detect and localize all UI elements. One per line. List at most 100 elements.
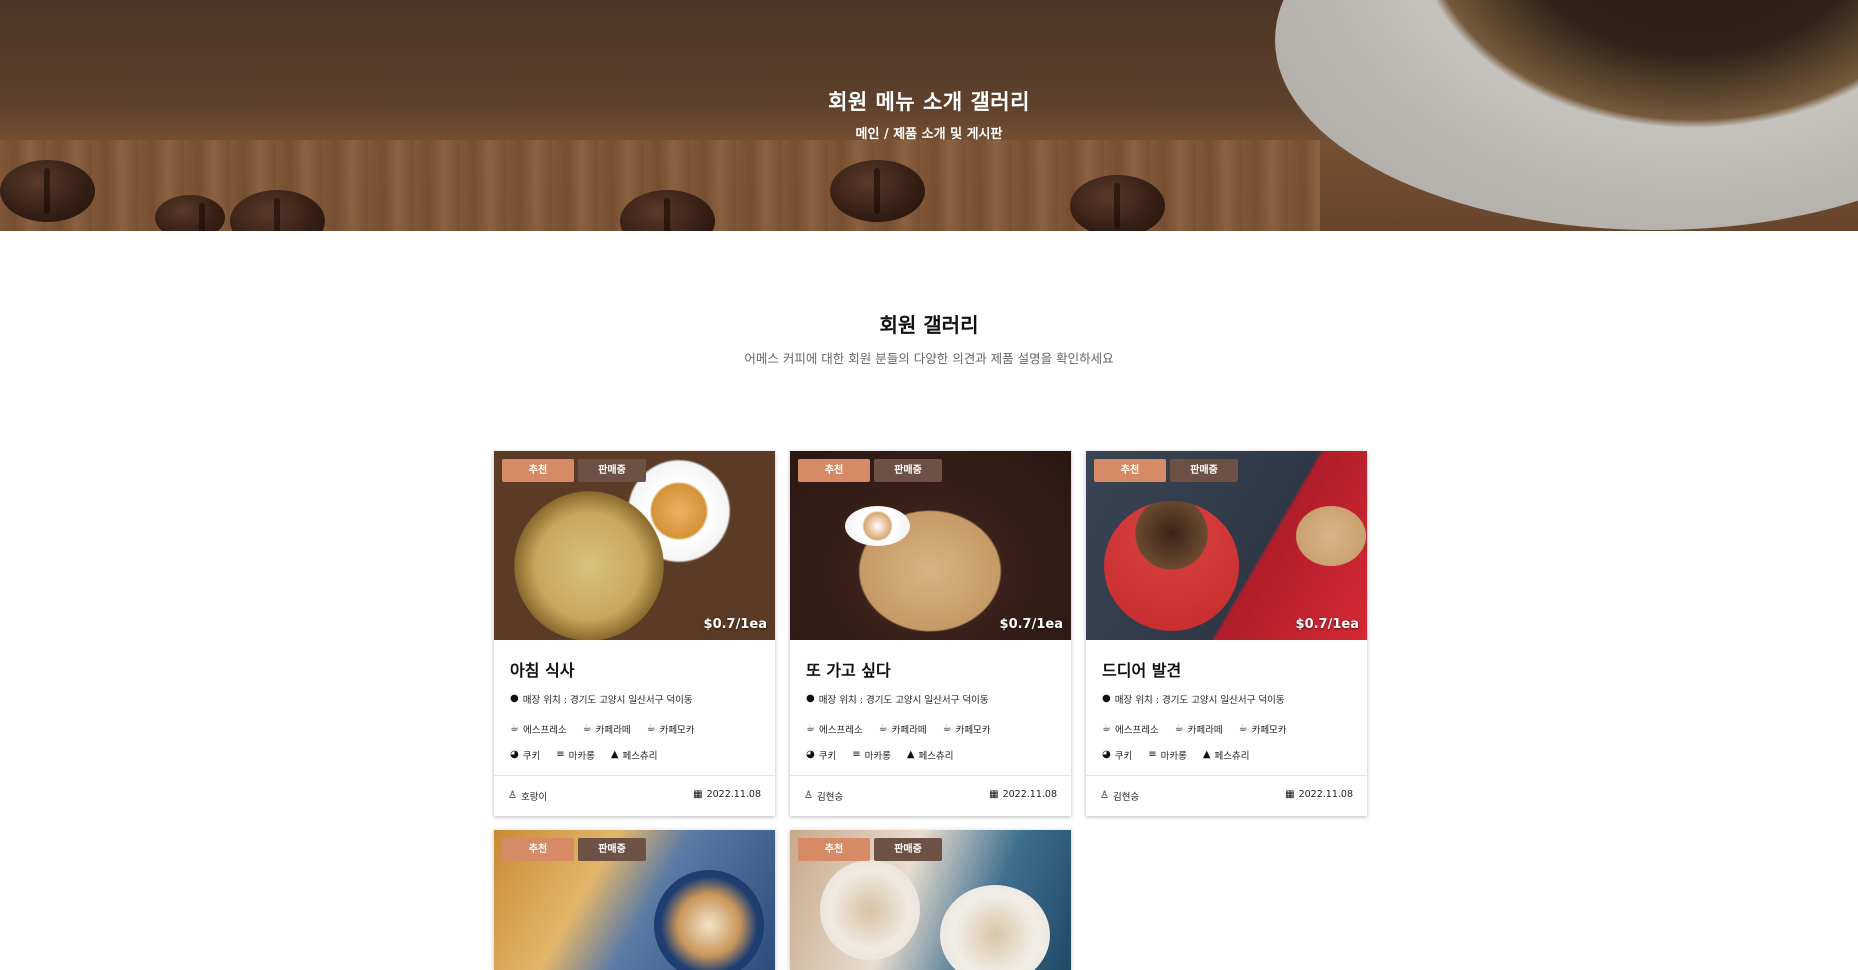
cookie-icon: ◕: [510, 749, 519, 760]
tag-label: 페스츄리: [918, 751, 954, 762]
tag-label: 마카롱: [1160, 751, 1187, 762]
price-label: $0.7/1ea: [703, 617, 767, 632]
date-text: 2022.11.08: [1298, 789, 1353, 800]
tag-label: 카페라떼: [891, 725, 927, 736]
latte-cup-image: [845, 506, 910, 546]
latte-art-image: [654, 870, 764, 970]
dessert-tags: ◕ 쿠키 ≡ 마카롱 ▲ 페스츄리: [1102, 748, 1250, 763]
card-date: ▦ 2022.11.08: [989, 789, 1057, 800]
tag-item: ☕ 에스프레소: [510, 722, 567, 737]
person-icon: ♙: [508, 790, 517, 801]
card-date: ▦ 2022.11.08: [693, 789, 761, 800]
gallery-card[interactable]: 추천 판매중: [790, 830, 1071, 970]
recommend-badge: 추천: [502, 838, 574, 861]
pastry-icon: ▲: [610, 749, 619, 760]
card-date: ▦ 2022.11.08: [1285, 789, 1353, 800]
gallery-card[interactable]: 추천 판매중: [494, 830, 775, 970]
card-author: ♙ 김현승: [1100, 789, 1140, 804]
author-name: 김현승: [816, 792, 844, 803]
on-sale-badge: 판매중: [578, 838, 646, 861]
gallery-card[interactable]: 추천 판매중 $0.7/1ea 또 가고 싶다 ● 매장 위치 : 경기도 고양…: [790, 451, 1071, 816]
drink-tags: ☕ 에스프레소 ☕ 카페라떼 ☕ 카페모카: [1102, 722, 1287, 737]
tag-item: ◕ 쿠키: [806, 748, 837, 763]
section-description: 어메스 커피에 대한 회원 분들의 다양한 의견과 제품 설명을 확인하세요: [744, 351, 1114, 366]
card-title[interactable]: 또 가고 싶다: [806, 657, 891, 681]
card-divider: [494, 775, 775, 776]
gallery-card[interactable]: 추천 판매중 $0.7/1ea 드디어 발견 ● 매장 위치 : 경기도 고양시…: [1086, 451, 1367, 816]
tag-label: 페스츄리: [622, 751, 658, 762]
store-location: ● 매장 위치 : 경기도 고양시 일산서구 덕이동: [806, 692, 989, 707]
coffee-cup-icon: ☕: [510, 723, 519, 734]
tag-label: 카페라떼: [1187, 725, 1223, 736]
tag-label: 쿠키: [522, 751, 541, 762]
location-text: 매장 위치 : 경기도 고양시 일산서구 덕이동: [522, 695, 693, 706]
card-author: ♙ 김현승: [804, 789, 844, 804]
date-text: 2022.11.08: [1002, 789, 1057, 800]
person-icon: ♙: [1100, 790, 1109, 801]
mug-icon: ☕: [1174, 723, 1184, 734]
tag-item: ☕ 카페라떼: [1174, 722, 1223, 737]
dessert-tags: ◕ 쿠키 ≡ 마카롱 ▲ 페스츄리: [510, 748, 658, 763]
recommend-badge: 추천: [798, 838, 870, 861]
person-icon: ♙: [804, 790, 813, 801]
mug-hot-icon: ☕: [646, 723, 656, 734]
tag-item: ☕ 카페라떼: [878, 722, 927, 737]
tag-label: 쿠키: [818, 751, 837, 762]
mug-hot-icon: ☕: [1238, 723, 1248, 734]
tag-label: 카페모카: [955, 725, 991, 736]
tag-label: 카페라떼: [595, 725, 631, 736]
location-text: 매장 위치 : 경기도 고양시 일산서구 덕이동: [1114, 695, 1285, 706]
coffee-cup-icon: ☕: [1102, 723, 1111, 734]
cake-image: [514, 491, 664, 640]
tag-item: ▲ 페스츄리: [1203, 748, 1250, 763]
calendar-icon: ▦: [693, 788, 703, 800]
tag-item: ◕ 쿠키: [510, 748, 541, 763]
author-name: 김현승: [1112, 792, 1140, 803]
drink-tags: ☕ 에스프레소 ☕ 카페라떼 ☕ 카페모카: [510, 722, 695, 737]
coffee-cup-icon: ☕: [806, 723, 815, 734]
card-author: ♙ 호랑이: [508, 789, 547, 804]
cookie-image: [1296, 506, 1366, 566]
card-title[interactable]: 아침 식사: [510, 657, 574, 681]
hero-breadcrumb: 메인 / 제품 소개 및 게시판: [855, 127, 1003, 142]
red-cup-image: [1104, 501, 1239, 631]
price-label: $0.7/1ea: [1295, 617, 1359, 632]
macaron-icon: ≡: [556, 749, 565, 760]
tag-item: ☕ 에스프레소: [1102, 722, 1159, 737]
tag-item: ☕ 카페모카: [646, 722, 695, 737]
tag-item: ☕ 카페모카: [942, 722, 991, 737]
map-pin-icon: ●: [806, 693, 815, 704]
tag-item: ≡ 마카롱: [556, 748, 595, 763]
white-mug-image: [820, 860, 920, 960]
gallery-card[interactable]: 추천 판매중 $0.7/1ea 아침 식사 ● 매장 위치 : 경기도 고양시 …: [494, 451, 775, 816]
map-pin-icon: ●: [510, 693, 519, 704]
cookie-icon: ◕: [1102, 749, 1111, 760]
card-divider: [790, 775, 1071, 776]
map-pin-icon: ●: [1102, 693, 1111, 704]
location-text: 매장 위치 : 경기도 고양시 일산서구 덕이동: [818, 695, 989, 706]
mug-icon: ☕: [878, 723, 888, 734]
on-sale-badge: 판매중: [874, 459, 942, 482]
on-sale-badge: 판매중: [874, 838, 942, 861]
tag-label: 카페모카: [659, 725, 695, 736]
tag-item: ☕ 카페모카: [1238, 722, 1287, 737]
dessert-tags: ◕ 쿠키 ≡ 마카롱 ▲ 페스츄리: [806, 748, 954, 763]
tag-item: ☕ 에스프레소: [806, 722, 863, 737]
hero-banner: 회원 메뉴 소개 갤러리 메인 / 제품 소개 및 게시판: [0, 0, 1858, 231]
calendar-icon: ▦: [1285, 788, 1295, 800]
price-label: $0.7/1ea: [999, 617, 1063, 632]
tag-label: 에스프레소: [522, 725, 567, 736]
tag-label: 마카롱: [568, 751, 595, 762]
on-sale-badge: 판매중: [1170, 459, 1238, 482]
tag-item: ≡ 마카롱: [852, 748, 891, 763]
tag-item: ◕ 쿠키: [1102, 748, 1132, 763]
section-title: 회원 갤러리: [879, 313, 979, 337]
tag-label: 마카롱: [864, 751, 891, 762]
mug-hot-icon: ☕: [942, 723, 952, 734]
drink-tags: ☕ 에스프레소 ☕ 카페라떼 ☕ 카페모카: [806, 722, 991, 737]
pastry-icon: ▲: [906, 749, 915, 760]
tag-item: ▲ 페스츄리: [610, 748, 658, 763]
card-title[interactable]: 드디어 발견: [1102, 657, 1181, 681]
cookie-icon: ◕: [806, 749, 815, 760]
on-sale-badge: 판매중: [578, 459, 646, 482]
